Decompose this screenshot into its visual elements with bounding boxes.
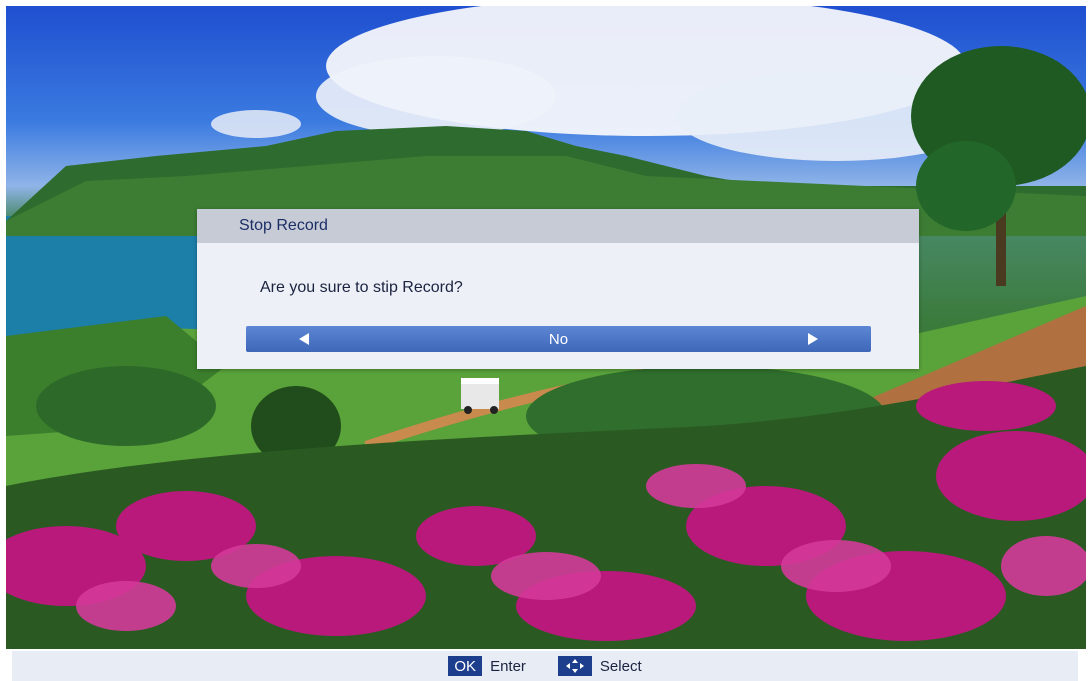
option-selector[interactable]: No xyxy=(246,326,871,352)
stop-record-dialog: Stop Record Are you sure to stip Record?… xyxy=(197,209,919,369)
selected-option: No xyxy=(548,330,569,348)
enter-hint: OK Enter xyxy=(448,656,526,676)
enter-hint-label: Enter xyxy=(490,657,526,675)
dpad-icon xyxy=(557,656,592,676)
ok-key-badge: OK xyxy=(448,656,483,676)
select-hint-label: Select xyxy=(599,657,642,675)
dialog-title: Stop Record xyxy=(239,217,328,234)
arrow-left-icon[interactable] xyxy=(299,333,309,345)
arrow-right-icon[interactable] xyxy=(808,333,818,345)
bottom-hint-bar: OK Enter Select xyxy=(12,651,1078,681)
background-scene: Stop Record Are you sure to stip Record?… xyxy=(6,6,1086,649)
dialog-message: Are you sure to stip Record? xyxy=(260,279,463,296)
dialog-title-bar: Stop Record xyxy=(197,209,919,243)
select-hint: Select xyxy=(557,656,642,676)
